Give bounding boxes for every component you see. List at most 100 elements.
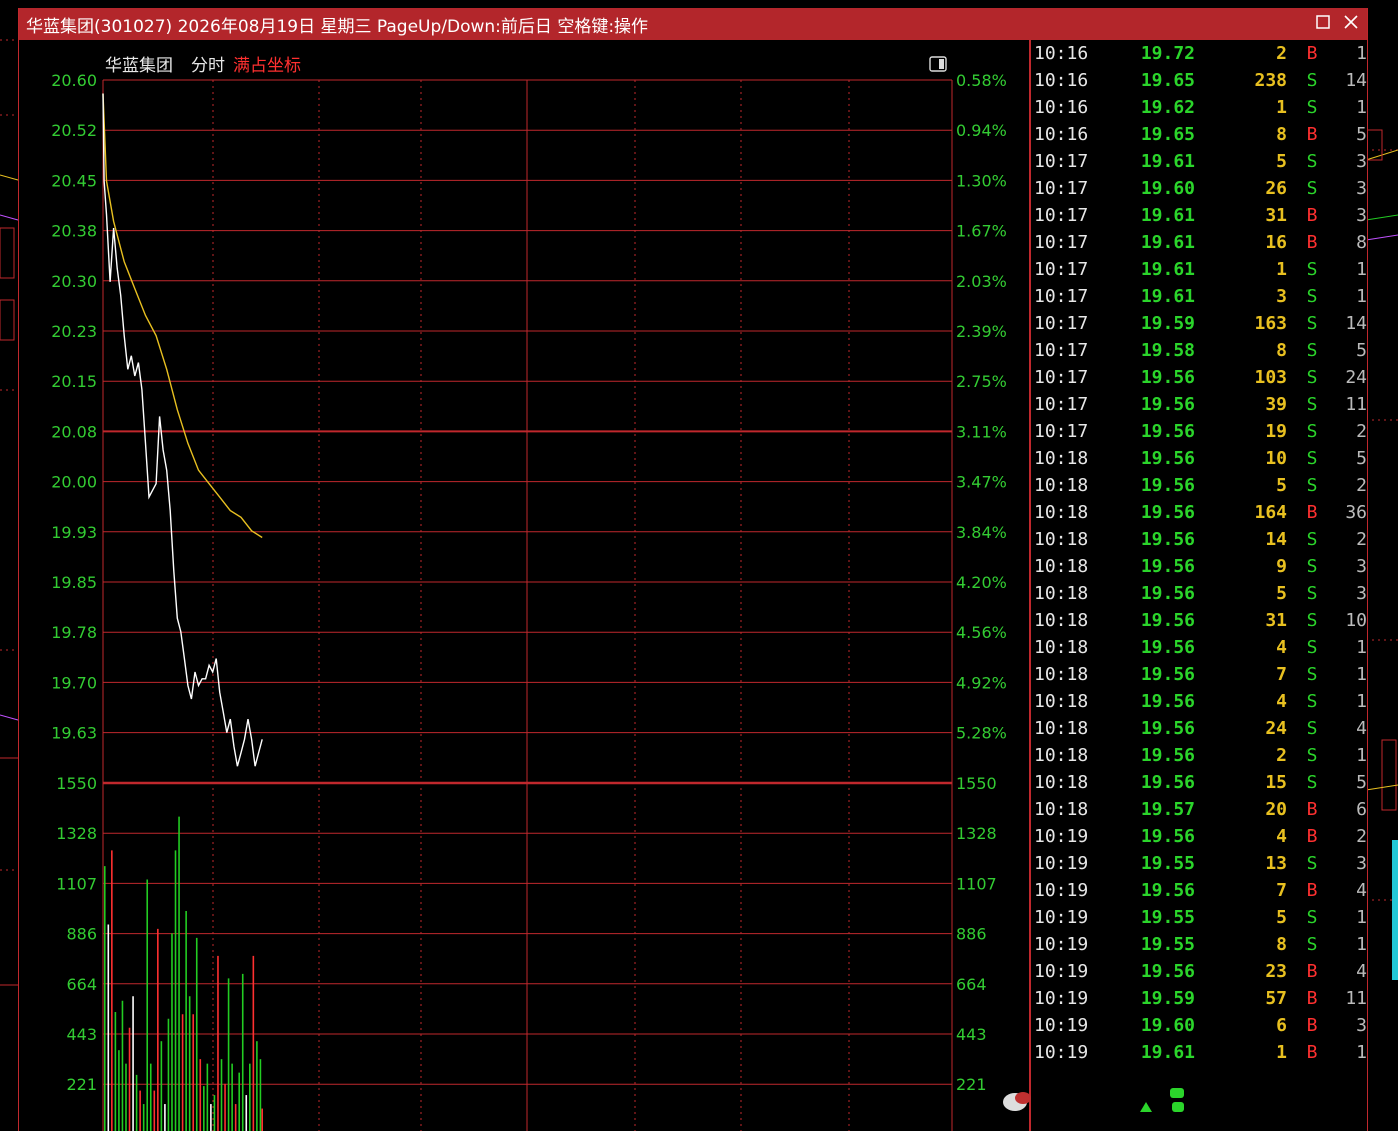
tick-count: 2 (1356, 475, 1367, 496)
tick-time: 10:19 (1034, 826, 1089, 847)
tick-row: 10:18 19.56 24 S 4 (1031, 715, 1369, 742)
volume-tick-label: 1107 (56, 874, 97, 893)
tick-row: 10:18 19.56 5 S 3 (1031, 580, 1369, 607)
tick-row: 10:18 19.56 15 S 5 (1031, 769, 1369, 796)
tick-price: 19.61 (1140, 259, 1195, 280)
tick-count: 11 (1345, 988, 1367, 1009)
tick-volume: 1 (1276, 97, 1287, 118)
title-bar[interactable]: 华蓝集团(301027) 2026年08月19日 星期三 PageUp/Down… (19, 8, 1367, 40)
tick-side: B (1306, 961, 1318, 982)
tick-volume: 8 (1276, 934, 1287, 955)
tick-row: 10:19 19.56 7 B 4 (1031, 877, 1369, 904)
tick-count: 3 (1356, 151, 1367, 172)
tick-count: 14 (1345, 70, 1367, 91)
tick-time: 10:17 (1034, 421, 1089, 442)
square-icon (1316, 15, 1330, 29)
panel-toggle-icon[interactable] (929, 56, 947, 72)
tick-row: 10:18 19.56 9 S 3 (1031, 553, 1369, 580)
bottom-right-icon[interactable] (1134, 1084, 1194, 1118)
tick-count: 1 (1356, 934, 1367, 955)
tick-volume: 5 (1276, 151, 1287, 172)
tick-row: 10:16 19.72 2 B 1 (1031, 40, 1369, 67)
tick-price: 19.56 (1140, 718, 1195, 739)
tick-side: S (1306, 313, 1318, 334)
tick-side: B (1306, 124, 1318, 145)
tick-volume: 3 (1276, 286, 1287, 307)
chart-mode-label: 分时 (191, 56, 225, 76)
tick-count: 1 (1356, 286, 1367, 307)
tick-volume: 1 (1276, 1042, 1287, 1063)
price-tick-label: 19.70 (51, 673, 97, 692)
tick-row: 10:16 19.65 8 B 5 (1031, 121, 1369, 148)
tick-volume: 8 (1276, 124, 1287, 145)
tick-row: 10:17 19.56 39 S 11 (1031, 391, 1369, 418)
tick-volume: 39 (1265, 394, 1287, 415)
tick-row: 10:18 19.56 31 S 10 (1031, 607, 1369, 634)
price-axis-left: 20.60 20.52 20.45 20.38 20.30 20.23 20.15 20.08… (51, 71, 97, 1094)
tick-time: 10:18 (1034, 529, 1089, 550)
tick-volume: 2 (1276, 43, 1287, 64)
tick-volume: 1 (1276, 259, 1287, 280)
tick-time: 10:19 (1034, 934, 1089, 955)
tick-price: 19.61 (1140, 232, 1195, 253)
volume-tick-label: 1550 (956, 774, 997, 793)
tick-price: 19.59 (1140, 313, 1195, 334)
tick-count: 1 (1356, 97, 1367, 118)
bottom-left-icon[interactable] (1001, 1086, 1041, 1116)
intraday-chart[interactable]: 华蓝集团 分时 满占坐标 20.6020.5220.4520.3820.3020… (19, 40, 1029, 1131)
maximize-button[interactable] (1311, 12, 1335, 36)
tick-row: 10:17 19.61 3 S 1 (1031, 283, 1369, 310)
tick-price: 19.56 (1140, 502, 1195, 523)
tick-row: 10:16 19.65 238 S 14 (1031, 67, 1369, 94)
volume-tick-label: 1328 (56, 824, 97, 843)
tick-count: 3 (1356, 853, 1367, 874)
tick-count: 3 (1356, 205, 1367, 226)
tick-volume: 4 (1276, 691, 1287, 712)
tick-side: B (1306, 826, 1318, 847)
tick-time: 10:19 (1034, 988, 1089, 1009)
tick-time: 10:18 (1034, 637, 1089, 658)
tick-count: 4 (1356, 718, 1367, 739)
tick-volume: 5 (1276, 907, 1287, 928)
tick-side: S (1306, 286, 1318, 307)
tick-volume: 4 (1276, 826, 1287, 847)
tick-price: 19.58 (1140, 340, 1195, 361)
scale-mode-label[interactable]: 满占坐标 (233, 56, 301, 76)
close-button[interactable] (1339, 12, 1363, 36)
tick-price: 19.61 (1140, 286, 1195, 307)
tick-side: S (1306, 907, 1318, 928)
tick-count: 11 (1345, 394, 1367, 415)
tick-row: 10:18 19.56 14 S 2 (1031, 526, 1369, 553)
tick-row: 10:17 19.61 1 S 1 (1031, 256, 1369, 283)
volume-tick-label: 443 (66, 1025, 97, 1044)
percent-tick-label: 0.94% (956, 121, 1007, 140)
tick-volume: 31 (1265, 205, 1287, 226)
tick-time: 10:17 (1034, 313, 1089, 334)
tick-volume: 164 (1254, 502, 1287, 523)
tick-volume: 19 (1265, 421, 1287, 442)
tick-count: 1 (1356, 745, 1367, 766)
volume-tick-label: 664 (66, 975, 97, 994)
tick-row: 10:18 19.56 7 S 1 (1031, 661, 1369, 688)
tick-price: 19.55 (1140, 934, 1195, 955)
tick-count: 10 (1345, 610, 1367, 631)
chart-stock-name: 华蓝集团 (105, 56, 173, 76)
tick-row: 10:19 19.61 1 B 1 (1031, 1039, 1369, 1066)
tick-volume: 7 (1276, 880, 1287, 901)
tick-row: 10:19 19.56 4 B 2 (1031, 823, 1369, 850)
tick-volume: 2 (1276, 745, 1287, 766)
tick-count: 5 (1356, 448, 1367, 469)
percent-tick-label: 4.20% (956, 573, 1007, 592)
tick-price: 19.56 (1140, 529, 1195, 550)
tick-detail-list[interactable]: 10:16 19.72 2 B 1 10:16 19.65 238 S 14 10:16 19.62 1… (1029, 40, 1369, 1131)
tick-count: 1 (1356, 664, 1367, 685)
tick-count: 1 (1356, 637, 1367, 658)
tick-time: 10:16 (1034, 124, 1089, 145)
tick-row: 10:18 19.56 10 S 5 (1031, 445, 1369, 472)
volume-tick-label: 886 (956, 925, 987, 944)
tick-row: 10:17 19.56 103 S 24 (1031, 364, 1369, 391)
tick-volume: 31 (1265, 610, 1287, 631)
tick-row: 10:18 19.56 2 S 1 (1031, 742, 1369, 769)
tick-volume: 16 (1265, 232, 1287, 253)
minute-chart-window: 华蓝集团(301027) 2026年08月19日 星期三 PageUp/Down… (18, 8, 1368, 1131)
